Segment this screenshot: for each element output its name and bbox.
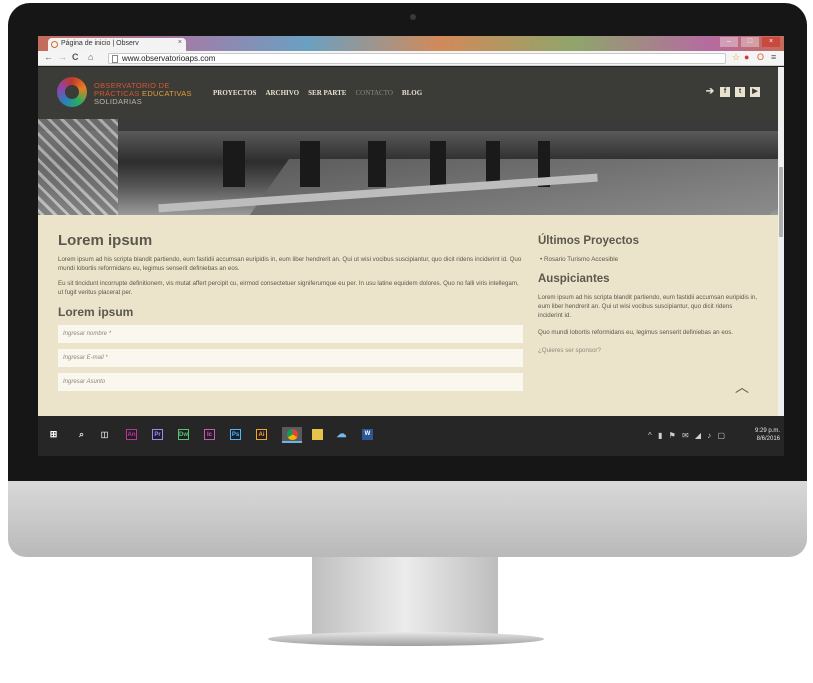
back-arrow-icon[interactable]: ←: [44, 52, 53, 62]
nav-proyectos[interactable]: PROYECTOS: [213, 89, 256, 97]
adblock-extension-icon[interactable]: ●: [744, 52, 749, 62]
taskbar: ⊞ ⌕ ◫ An Pr Dw Ic Ps Ai ☁ W ^ ▮ ⚑ ✉ ◢ ♪ …: [38, 416, 784, 456]
tab-close-icon[interactable]: ×: [178, 39, 182, 46]
animate-app-icon[interactable]: An: [126, 429, 137, 440]
scrollbar-thumb[interactable]: [779, 167, 783, 237]
url-text: www.observatorioaps.com: [122, 54, 216, 63]
page-icon: [112, 55, 118, 63]
nav-archivo[interactable]: ARCHIVO: [265, 89, 299, 97]
email-field[interactable]: Ingresar E-mail *: [58, 349, 523, 367]
project-list-item[interactable]: • Rosario Turismo Accesible: [540, 256, 758, 263]
hero-pillar: [368, 141, 386, 187]
hero-truss: [38, 119, 118, 215]
browser-tab[interactable]: Página de inicio | Observ ×: [48, 38, 186, 51]
monitor-chin: [8, 481, 807, 557]
windows-start-icon[interactable]: ⊞: [48, 429, 59, 440]
tab-title: Página de inicio | Observ: [61, 40, 139, 47]
browser-toolbar: ← → C ⌂ www.observatorioaps.com ☆ ● O ≡: [38, 51, 784, 66]
maximize-icon[interactable]: □: [741, 37, 759, 47]
photoshop-app-icon[interactable]: Ps: [230, 429, 241, 440]
nav-contacto[interactable]: CONTACTO: [355, 89, 392, 97]
hero-beam: [38, 119, 778, 131]
minimize-icon[interactable]: –: [720, 37, 738, 47]
project-link[interactable]: Rosario Turismo Accesible: [544, 256, 618, 263]
site-favicon-icon: [51, 41, 58, 48]
word-app-icon[interactable]: W: [362, 429, 373, 440]
bookmark-star-icon[interactable]: ☆: [732, 52, 740, 63]
menu-icon[interactable]: ≡: [771, 52, 776, 62]
reload-icon[interactable]: C: [72, 52, 79, 62]
monitor-stand: [312, 557, 498, 639]
sidebar-paragraph-2: Quo mundi lobortis reformidans eu, legim…: [538, 329, 734, 336]
incopy-app-icon[interactable]: Ic: [204, 429, 215, 440]
logo-line-2b: EDUCATIVAS: [142, 89, 192, 98]
logo-line-3: SOLIDARIAS: [94, 97, 143, 106]
cloud-app-icon[interactable]: ☁: [336, 429, 347, 440]
hero-image: [38, 119, 778, 215]
address-bar[interactable]: www.observatorioaps.com: [108, 53, 726, 64]
illustrator-app-icon[interactable]: Ai: [256, 429, 267, 440]
vertical-scrollbar[interactable]: [778, 67, 784, 416]
window-controls: – □ ×: [720, 37, 780, 47]
hero-pillar: [223, 141, 245, 187]
clock[interactable]: 9:29 p.m. 8/6/2016: [750, 427, 780, 443]
camera: [410, 14, 416, 20]
chrome-app-tile[interactable]: [282, 427, 302, 443]
sidebar-heading-sponsors: Auspiciantes: [538, 273, 610, 285]
sponsor-link[interactable]: ¿Quieres ser sponsor?: [538, 347, 758, 354]
main-nav: PROYECTOS ARCHIVO SER PARTE CONTACTO BLO…: [213, 89, 422, 97]
clock-date: 8/6/2016: [756, 436, 780, 442]
dreamweaver-app-icon[interactable]: Dw: [178, 429, 189, 440]
logo-icon[interactable]: [57, 77, 87, 107]
subject-field[interactable]: Ingresar Asunto: [58, 373, 523, 391]
social-links: ➔ f t ▶: [705, 87, 760, 97]
home-icon[interactable]: ⌂: [88, 52, 93, 62]
system-tray-icons[interactable]: ^ ▮ ⚑ ✉ ◢ ♪ ▢: [648, 431, 727, 440]
window-close-icon[interactable]: ×: [762, 37, 780, 47]
main-content: Lorem ipsum Lorem ipsum ad his scripta b…: [58, 232, 523, 397]
name-field[interactable]: Ingresar nombre *: [58, 325, 523, 343]
facebook-icon[interactable]: f: [720, 87, 730, 97]
premiere-app-icon[interactable]: Pr: [152, 429, 163, 440]
hero-pillar: [430, 141, 446, 187]
browser-tab-bar: Página de inicio | Observ × – □ ×: [38, 36, 784, 51]
main-paragraph-2: Eu sit tincidunt incorrupte definitionem…: [58, 280, 519, 296]
youtube-icon[interactable]: ▶: [750, 87, 760, 97]
hero-pillar: [300, 141, 320, 187]
file-explorer-icon[interactable]: [312, 429, 323, 440]
task-view-icon[interactable]: ◫: [99, 429, 110, 440]
opera-extension-icon[interactable]: O: [757, 52, 764, 62]
chrome-icon: [286, 429, 298, 440]
scroll-to-top-icon[interactable]: ︿: [735, 377, 749, 397]
clock-time: 9:29 p.m.: [754, 428, 780, 434]
login-icon[interactable]: ➔: [705, 87, 715, 97]
website: OBSERVATORIO DE PRÁCTICAS EDUCATIVAS SOL…: [38, 67, 778, 416]
twitter-icon[interactable]: t: [735, 87, 745, 97]
sidebar: Últimos Proyectos • Rosario Turismo Acce…: [538, 235, 758, 354]
main-heading: Lorem ipsum: [58, 232, 153, 249]
nav-blog[interactable]: BLOG: [402, 89, 422, 97]
nav-ser-parte[interactable]: SER PARTE: [308, 89, 346, 97]
sidebar-heading-projects: Últimos Proyectos: [538, 235, 639, 247]
monitor-base: [268, 632, 544, 646]
site-logo-text[interactable]: OBSERVATORIO DE PRÁCTICAS EDUCATIVAS SOL…: [94, 82, 192, 106]
sidebar-paragraph-1: Lorem ipsum ad his scripta blandit parti…: [538, 294, 758, 319]
form-heading: Lorem ipsum: [58, 305, 134, 319]
screen: Página de inicio | Observ × – □ × ← → C …: [38, 36, 784, 456]
forward-arrow-icon[interactable]: →: [58, 52, 67, 62]
site-header: OBSERVATORIO DE PRÁCTICAS EDUCATIVAS SOL…: [38, 67, 778, 119]
main-paragraph-1: Lorem ipsum ad his scripta blandit parti…: [58, 256, 522, 272]
search-icon[interactable]: ⌕: [76, 429, 87, 440]
